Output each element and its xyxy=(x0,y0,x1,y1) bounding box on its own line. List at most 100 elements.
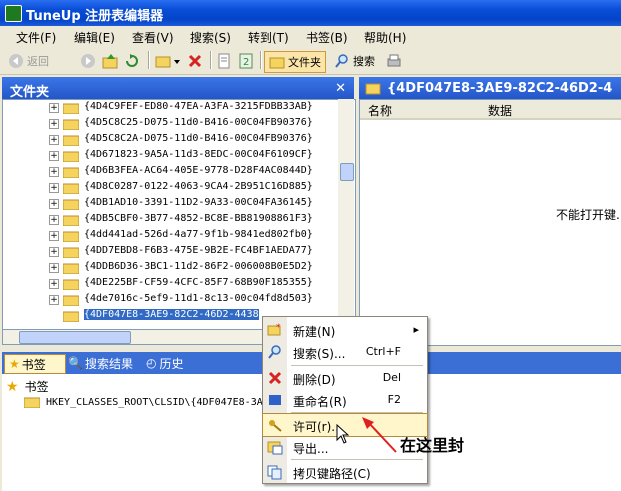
tree-row-key: {4D671823-9A5A-11d3-8EDC-00C04F6109CF} xyxy=(84,149,313,160)
folder-icon xyxy=(63,247,79,258)
expand-icon[interactable]: + xyxy=(49,279,59,289)
folder-icon xyxy=(269,57,285,69)
expand-icon[interactable]: + xyxy=(49,119,59,129)
svg-text:*: * xyxy=(276,323,281,333)
expand-icon[interactable]: + xyxy=(49,247,59,257)
tree-row[interactable]: + {4D671823-9A5A-11d3-8EDC-00C04F6109CF} xyxy=(3,148,343,164)
search-icon xyxy=(335,54,348,68)
refresh-view-button[interactable]: 2 xyxy=(238,51,254,71)
tree-row-key: {4DDB6D36-3BC1-11d2-86F2-006008B0E5D2} xyxy=(84,261,313,272)
tree-vertical-scrollbar[interactable] xyxy=(338,99,354,329)
menu-bookmarks[interactable]: 书签(B) xyxy=(306,29,348,46)
folders-panel-header: 文件夹 ✕ xyxy=(2,77,354,100)
menu-item-delete[interactable]: 删除(D) Del xyxy=(263,367,427,389)
menu-search[interactable]: 搜索(S) xyxy=(190,29,231,46)
refresh-icon xyxy=(126,54,138,67)
folders-toggle-button[interactable]: 文件夹 xyxy=(264,51,326,73)
close-icon[interactable]: ✕ xyxy=(335,81,346,96)
menu-item-new[interactable]: * 新建(N) ▸ xyxy=(263,319,427,341)
search-icon: 🔍 xyxy=(68,356,83,370)
context-menu: * 新建(N) ▸ 搜索(S)... Ctrl+F 删除(D) Del 重命名(… xyxy=(262,316,428,484)
tree-row[interactable]: + {4DD7EBD8-F6B3-475E-9B2E-FC4BF1AEDA77} xyxy=(3,244,343,260)
search-button[interactable]: 搜索 xyxy=(334,51,375,71)
menu-view[interactable]: 查看(V) xyxy=(132,29,174,46)
open-folder-icon xyxy=(63,311,79,322)
menu-item-search[interactable]: 搜索(S)... Ctrl+F xyxy=(263,341,427,363)
tree-row[interactable]: + {4D6B3FEA-AC64-405E-9778-D28F4AC0844D} xyxy=(3,164,343,180)
expand-icon[interactable]: + xyxy=(49,135,59,145)
expand-icon[interactable]: + xyxy=(49,199,59,209)
tab-search-results[interactable]: 🔍 搜索结果 xyxy=(68,354,133,372)
new-folder-icon xyxy=(155,56,180,68)
folder-icon xyxy=(63,279,79,290)
print-button[interactable] xyxy=(386,51,402,71)
delete-icon xyxy=(188,54,202,68)
values-panel-title: {4DF047E8-3AE9-82C2-46D2-4 xyxy=(387,81,613,96)
back-button[interactable]: 返回 xyxy=(8,51,49,71)
tree-row[interactable]: + {4DB1AD10-3391-11D2-9A33-00C04FA36145} xyxy=(3,196,343,212)
tree-row[interactable]: + {4dd441ad-526d-4a77-9f1b-9841ed802fb0} xyxy=(3,228,343,244)
bookmarks-root[interactable]: ★ 书签 xyxy=(6,378,49,395)
up-folder-button[interactable] xyxy=(102,51,120,71)
column-data[interactable]: 数据 xyxy=(480,100,621,120)
folder-icon xyxy=(63,183,79,194)
forward-button[interactable] xyxy=(80,51,96,71)
folders-label: 文件夹 xyxy=(288,56,321,69)
scrollbar-thumb[interactable] xyxy=(340,163,354,181)
tree-row-key: {4D8C0287-0122-4063-9CA4-2B951C16D885} xyxy=(84,181,313,192)
tree-row[interactable]: + {4DDB6D36-3BC1-11d2-86F2-006008B0E5D2} xyxy=(3,260,343,276)
title-bar: TuneUp 注册表编辑器 xyxy=(0,0,621,26)
scrollbar-thumb[interactable] xyxy=(19,331,131,344)
reload-icon: 2 xyxy=(239,53,253,69)
new-folder-button[interactable] xyxy=(155,51,181,71)
tree-row[interactable]: + {4D5C8C2A-D075-11d0-B416-00C04FB90376} xyxy=(3,132,343,148)
history-icon: ◴ xyxy=(146,356,157,370)
bookmark-item[interactable]: HKEY_CLASSES_ROOT\CLSID\{4DF047E8-3A xyxy=(24,396,263,408)
delete-button[interactable] xyxy=(187,51,203,71)
menu-file[interactable]: 文件(F) xyxy=(16,29,56,46)
tab-history[interactable]: ◴ 历史 xyxy=(146,354,184,372)
expand-icon[interactable]: + xyxy=(49,167,59,177)
folder-icon xyxy=(63,295,79,306)
tree-row[interactable]: + {4DE225BF-CF59-4CFC-85F7-68B90F185355} xyxy=(3,276,343,292)
properties-button[interactable] xyxy=(216,51,232,71)
menu-item-copy-path[interactable]: 拷贝键路径(C) xyxy=(263,461,427,483)
expand-icon[interactable]: + xyxy=(49,183,59,193)
folder-icon xyxy=(63,167,79,178)
column-name[interactable]: 名称 xyxy=(360,100,481,120)
tree-row[interactable]: + {4de7016c-5ef9-11d1-8c13-00c04fd8d503} xyxy=(3,292,343,308)
folder-icon xyxy=(63,215,79,226)
printer-icon xyxy=(387,54,401,67)
expand-icon[interactable]: + xyxy=(49,151,59,161)
folders-panel-title: 文件夹 xyxy=(10,85,50,100)
back-arrow-icon xyxy=(9,54,23,68)
star-icon: ★ xyxy=(6,378,19,395)
menu-item-rename[interactable]: 重命名(R) F2 xyxy=(263,389,427,411)
tree-row[interactable]: + {4D8C0287-0122-4063-9CA4-2B951C16D885} xyxy=(3,180,343,196)
values-panel-header: {4DF047E8-3AE9-82C2-46D2-4 xyxy=(359,77,621,99)
menu-goto[interactable]: 转到(T) xyxy=(248,29,289,46)
toolbar: 返回 2 文件夹 搜索 xyxy=(0,46,621,75)
expand-icon[interactable]: + xyxy=(49,215,59,225)
refresh-button[interactable] xyxy=(124,51,140,71)
tree-row-key: {4D5C8C2A-D075-11d0-B416-00C04FB90376} xyxy=(84,133,313,144)
folder-icon xyxy=(63,199,79,210)
copy-path-icon xyxy=(267,465,282,480)
tab-bookmarks[interactable]: ★ 书签 xyxy=(4,354,66,374)
expand-icon[interactable]: + xyxy=(49,263,59,273)
search-label: 搜索 xyxy=(353,55,375,68)
tree-row[interactable]: + {4DB5CBF0-3B77-4852-BC8E-BB81908861F3} xyxy=(3,212,343,228)
expand-icon[interactable]: + xyxy=(49,103,59,113)
registry-tree: + {4D4C9FEF-ED80-47EA-A3FA-3215FDBB33AB}… xyxy=(2,99,356,331)
tree-row-key: {4D4C9FEF-ED80-47EA-A3FA-3215FDBB33AB} xyxy=(84,101,313,112)
expand-icon[interactable]: + xyxy=(49,295,59,305)
tree-row[interactable]: + {4D5C8C25-D075-11d0-B416-00C04FB90376} xyxy=(3,116,343,132)
menu-help[interactable]: 帮助(H) xyxy=(364,29,406,46)
tree-row[interactable]: + {4D4C9FEF-ED80-47EA-A3FA-3215FDBB33AB} xyxy=(3,100,343,116)
search-icon xyxy=(268,345,281,359)
up-folder-icon xyxy=(102,54,118,69)
expand-icon[interactable]: + xyxy=(49,231,59,241)
menu-edit[interactable]: 编辑(E) xyxy=(74,29,115,46)
annotation-text: 在这里封 xyxy=(400,436,465,455)
submenu-arrow-icon: ▸ xyxy=(413,323,419,336)
